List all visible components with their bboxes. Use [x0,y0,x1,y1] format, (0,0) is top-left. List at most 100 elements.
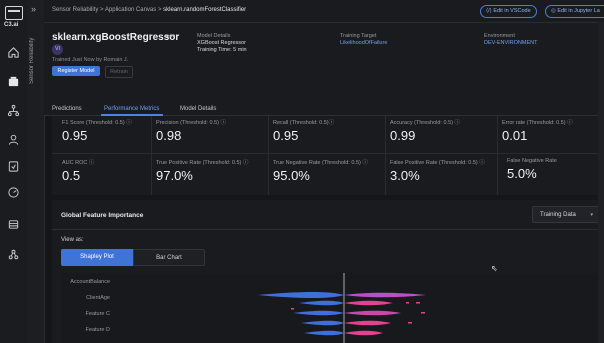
metric-precision: Precision (Threshold: 0.5) ⓘ 0.98 [156,118,226,143]
metric-f1-score: F1 Score (Threshold: 0.5) ⓘ 0.95 [62,118,132,143]
column-divider [497,116,498,195]
metric-value: 95.0% [273,168,310,183]
metric-value: 0.95 [62,128,88,143]
beeswarm-shape [344,330,383,336]
beeswarm-shape [344,300,393,306]
c3-logo-icon[interactable] [5,6,23,20]
model-details-meta: Model Details XGBoost Regressor Training… [197,33,247,54]
bar-chart-toggle[interactable]: Bar Chart [133,249,205,266]
register-model-button[interactable]: Register Model [52,66,100,76]
edit-in-vscode-button[interactable]: ⟨/⟩ Edit in VSCode [480,5,537,18]
model-name: sklearn.xgBoostRegressor [52,32,180,43]
training-target-meta: Training Target LikelihoodOfFailure [340,33,387,47]
metric-label: F1 Score (Threshold: 0.5) ⓘ [62,120,132,126]
tab-model-details[interactable]: Model Details [180,106,216,112]
code-icon: ⟨/⟩ [486,8,492,14]
beeswarm-dot [291,308,294,310]
feature-importance-title: Global Feature Importance [61,212,144,219]
beeswarm-dot [421,312,425,314]
metrics-grid: F1 Score (Threshold: 0.5) ⓘ 0.95 Precisi… [52,116,604,195]
chevron-down-icon: ▾ [590,212,593,218]
feature-importance-panel: Global Feature Importance Training Data … [52,200,604,343]
breadcrumb-current: sklearn.randomForestClassifier [163,7,247,13]
top-bar: Sensor Reliability > Application Canvas … [44,0,604,23]
breadcrumb-item[interactable]: Sensor Reliability [52,7,98,13]
beeswarm-shape [344,292,426,298]
metric-label: Error rate (Threshold: 0.5) ⓘ [502,120,573,126]
metric-value: 0.99 [390,128,416,143]
training-target-value[interactable]: LikelihoodOfFailure [340,40,387,47]
breadcrumb-item[interactable]: Application Canvas [105,7,156,13]
beeswarm-shape [301,320,344,326]
column-divider [385,116,386,195]
breadcrumb-separator: > [157,7,162,13]
mouse-cursor-icon: ⇖ [491,264,498,273]
left-nav-rail: C3.ai [0,0,28,343]
breadcrumb-separator: > [100,7,104,13]
user-icon[interactable] [7,133,20,146]
beeswarm-shape [293,310,344,316]
breadcrumb: Sensor Reliability > Application Canvas … [52,7,246,13]
model-header: sklearn.xgBoostRegressor ••• VI Trained … [44,23,604,93]
tab-predictions[interactable]: Predictions [52,106,82,112]
model-details-label: Model Details [197,33,231,39]
metric-value: 0.98 [156,128,182,143]
logo-text: C3.ai [4,22,19,28]
row-divider [52,153,604,154]
metric-label: True Negative Rate (Threshold: 0.5) ⓘ [273,160,368,166]
beeswarm-shape [344,320,391,326]
training-time-value: Training Time: 5 min [197,47,247,53]
metric-label: AUC ROC ⓘ [62,160,95,166]
environment-value[interactable]: DEV-ENVIRONMENT [484,40,537,47]
metric-value: 0.95 [273,128,299,143]
metric-label: False Negative Rate [507,158,557,164]
beeswarm-dot [406,302,409,304]
app-window: C3.ai » Sensor Reliability Sensor Reliab… [0,0,604,343]
metric-error-rate: Error rate (Threshold: 0.5) ⓘ 0.01 [502,118,573,143]
panel-divider [52,229,604,230]
scrollbar[interactable] [598,22,604,343]
apps-icon[interactable] [7,75,20,88]
training-target-label: Training Target [340,33,377,39]
metric-false-positive-rate: False Positive Rate (Threshold: 0.5) ⓘ 3… [390,158,485,183]
edit-vscode-label: Edit in VSCode [493,8,531,14]
more-options-icon[interactable]: ••• [166,31,175,41]
expand-chevron-icon[interactable]: » [31,4,36,14]
metric-true-positive-rate: True Positive Rate (Threshold: 0.5) ⓘ 97… [156,158,248,183]
metric-value: 0.01 [502,128,528,143]
environment-label: Environment [484,33,515,39]
jupyter-icon: ◎ [551,8,556,14]
dataset-select-value: Training Data [540,212,576,218]
edit-in-jupyter-button[interactable]: ◎ Edit in Jupyter La [545,5,604,18]
metric-true-negative-rate: True Negative Rate (Threshold: 0.5) ⓘ 95… [273,158,368,183]
trained-by-text: Trained Just Now by Romain J. [52,57,129,63]
database-icon[interactable] [7,218,20,231]
edit-jupyter-label: Edit in Jupyter La [557,8,600,14]
dataset-select[interactable]: Training Data ▾ [532,206,600,223]
beeswarm-shape [344,310,401,316]
beeswarm-shape [258,292,344,298]
view-as-label: View as: [61,237,84,243]
retrain-button[interactable]: Retrain [105,66,133,78]
tab-performance-metrics[interactable]: Performance Metrics [104,106,159,112]
metric-label: Accuracy (Threshold: 0.5) ⓘ [390,120,460,126]
metric-label: True Positive Rate (Threshold: 0.5) ⓘ [156,160,249,166]
metric-label: Recall (Threshold: 0.5)ⓘ [273,120,335,126]
metric-recall: Recall (Threshold: 0.5)ⓘ 0.95 [273,118,334,143]
beeswarm-shape [304,330,344,336]
gauge-icon[interactable] [7,186,20,199]
secondary-rail-title: Sensor Reliability [29,37,35,84]
home-icon[interactable] [7,46,20,59]
flow-icon[interactable] [7,248,20,261]
network-icon[interactable] [7,104,20,117]
metric-accuracy: Accuracy (Threshold: 0.5) ⓘ 0.99 [390,118,460,143]
page-icon[interactable] [7,160,20,173]
beeswarm-dot [408,322,412,324]
shapley-plot-toggle[interactable]: Shapley Plot [61,249,133,266]
environment-meta: Environment DEV-ENVIRONMENT [484,33,537,47]
tab-bar: Predictions Performance Metrics Model De… [44,93,604,116]
shapley-beeswarm [258,273,426,343]
metric-value: 3.0% [390,168,420,183]
metric-value: 0.5 [62,168,81,183]
model-type-value: XGBoost Regressor [197,40,246,46]
